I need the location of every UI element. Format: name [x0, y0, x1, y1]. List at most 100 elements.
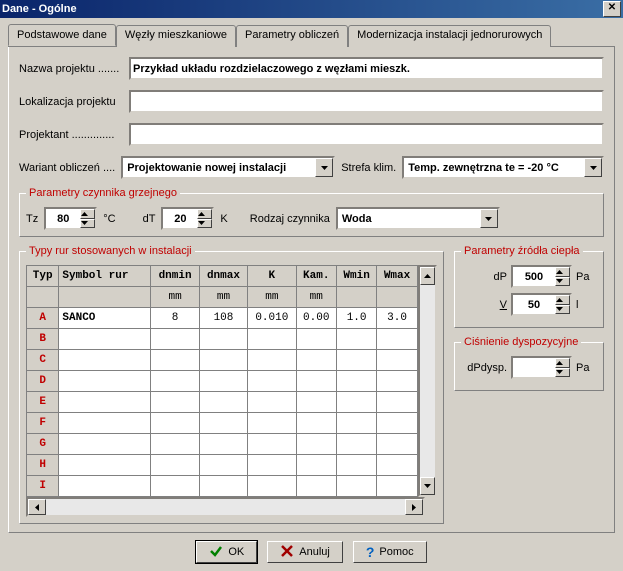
table-cell[interactable] — [248, 455, 296, 476]
table-cell[interactable]: D — [27, 371, 59, 392]
chevron-down-icon[interactable] — [315, 158, 333, 177]
spin-down-icon[interactable] — [555, 305, 570, 315]
table-cell[interactable]: I — [27, 476, 59, 497]
chevron-down-icon[interactable] — [584, 158, 602, 177]
table-cell[interactable]: 0.00 — [296, 308, 336, 329]
medium-combo[interactable]: Woda — [336, 207, 500, 230]
table-cell[interactable]: SANCO — [59, 308, 151, 329]
table-cell[interactable] — [296, 350, 336, 371]
table-cell[interactable] — [296, 329, 336, 350]
table-cell[interactable] — [151, 413, 199, 434]
tab-basic-data[interactable]: Podstawowe dane — [8, 24, 116, 46]
spin-down-icon[interactable] — [555, 368, 570, 378]
table-cell[interactable] — [377, 392, 417, 413]
table-cell[interactable] — [59, 329, 151, 350]
table-cell[interactable] — [248, 476, 296, 497]
scroll-track[interactable] — [420, 285, 435, 477]
table-cell[interactable] — [248, 413, 296, 434]
table-cell[interactable] — [377, 413, 417, 434]
spinner-controls[interactable] — [197, 209, 212, 228]
scroll-up-icon[interactable] — [420, 267, 435, 285]
table-cell[interactable] — [199, 371, 247, 392]
spinner-controls[interactable] — [555, 295, 570, 314]
spin-up-icon[interactable] — [555, 295, 570, 305]
table-cell[interactable] — [336, 392, 376, 413]
dt-input[interactable] — [163, 209, 197, 228]
dp-spinner[interactable] — [511, 265, 572, 288]
spin-up-icon[interactable] — [555, 358, 570, 368]
table-row[interactable]: H — [27, 455, 418, 476]
tab-calc-params[interactable]: Parametry obliczeń — [236, 25, 348, 47]
table-cell[interactable] — [59, 455, 151, 476]
table-cell[interactable] — [199, 350, 247, 371]
table-cell[interactable]: A — [27, 308, 59, 329]
chevron-down-icon[interactable] — [480, 209, 498, 228]
table-cell[interactable] — [336, 350, 376, 371]
project-location-input[interactable] — [129, 90, 604, 113]
table-row[interactable]: E — [27, 392, 418, 413]
scroll-down-icon[interactable] — [420, 477, 435, 495]
table-cell[interactable] — [336, 329, 376, 350]
project-name-input[interactable] — [129, 57, 604, 80]
table-cell[interactable] — [296, 476, 336, 497]
scroll-left-icon[interactable] — [28, 499, 46, 515]
table-cell[interactable] — [199, 392, 247, 413]
table-cell[interactable] — [151, 392, 199, 413]
table-cell[interactable] — [151, 455, 199, 476]
table-cell[interactable] — [336, 413, 376, 434]
spin-down-icon[interactable] — [555, 277, 570, 287]
table-row[interactable]: G — [27, 434, 418, 455]
table-cell[interactable] — [59, 413, 151, 434]
dpdysp-input[interactable] — [513, 358, 555, 377]
table-cell[interactable]: 108 — [199, 308, 247, 329]
table-cell[interactable] — [59, 392, 151, 413]
table-row[interactable]: D — [27, 371, 418, 392]
table-cell[interactable] — [199, 329, 247, 350]
table-cell[interactable] — [59, 434, 151, 455]
horizontal-scrollbar[interactable] — [26, 497, 425, 517]
table-cell[interactable] — [377, 350, 417, 371]
table-cell[interactable] — [377, 455, 417, 476]
table-cell[interactable] — [248, 329, 296, 350]
table-cell[interactable] — [199, 476, 247, 497]
table-cell[interactable] — [377, 476, 417, 497]
table-cell[interactable] — [296, 371, 336, 392]
scroll-track[interactable] — [46, 499, 405, 515]
spin-up-icon[interactable] — [555, 267, 570, 277]
spinner-controls[interactable] — [555, 267, 570, 286]
table-cell[interactable] — [199, 434, 247, 455]
table-cell[interactable]: 1.0 — [336, 308, 376, 329]
table-cell[interactable] — [248, 392, 296, 413]
table-cell[interactable] — [296, 434, 336, 455]
table-row[interactable]: I — [27, 476, 418, 497]
table-cell[interactable] — [199, 413, 247, 434]
dpdysp-spinner[interactable] — [511, 356, 572, 379]
table-cell[interactable] — [377, 434, 417, 455]
table-cell[interactable] — [151, 371, 199, 392]
table-cell[interactable]: C — [27, 350, 59, 371]
table-row[interactable]: C — [27, 350, 418, 371]
table-cell[interactable]: F — [27, 413, 59, 434]
spin-down-icon[interactable] — [80, 219, 95, 229]
table-row[interactable]: B — [27, 329, 418, 350]
table-cell[interactable]: 3.0 — [377, 308, 417, 329]
table-cell[interactable]: B — [27, 329, 59, 350]
table-cell[interactable] — [248, 350, 296, 371]
table-cell[interactable] — [248, 371, 296, 392]
dt-spinner[interactable] — [161, 207, 214, 230]
spin-down-icon[interactable] — [197, 219, 212, 229]
table-cell[interactable]: H — [27, 455, 59, 476]
table-cell[interactable] — [59, 476, 151, 497]
v-input[interactable] — [513, 295, 555, 314]
close-button[interactable]: ✕ — [603, 1, 621, 17]
table-cell[interactable] — [59, 371, 151, 392]
table-cell[interactable] — [199, 455, 247, 476]
table-cell[interactable] — [377, 329, 417, 350]
table-cell[interactable] — [296, 413, 336, 434]
dp-input[interactable] — [513, 267, 555, 286]
table-cell[interactable] — [151, 476, 199, 497]
vertical-scrollbar[interactable] — [418, 265, 437, 497]
table-row[interactable]: F — [27, 413, 418, 434]
tab-residential-nodes[interactable]: Węzły mieszkaniowe — [116, 25, 236, 47]
table-cell[interactable]: 0.010 — [248, 308, 296, 329]
